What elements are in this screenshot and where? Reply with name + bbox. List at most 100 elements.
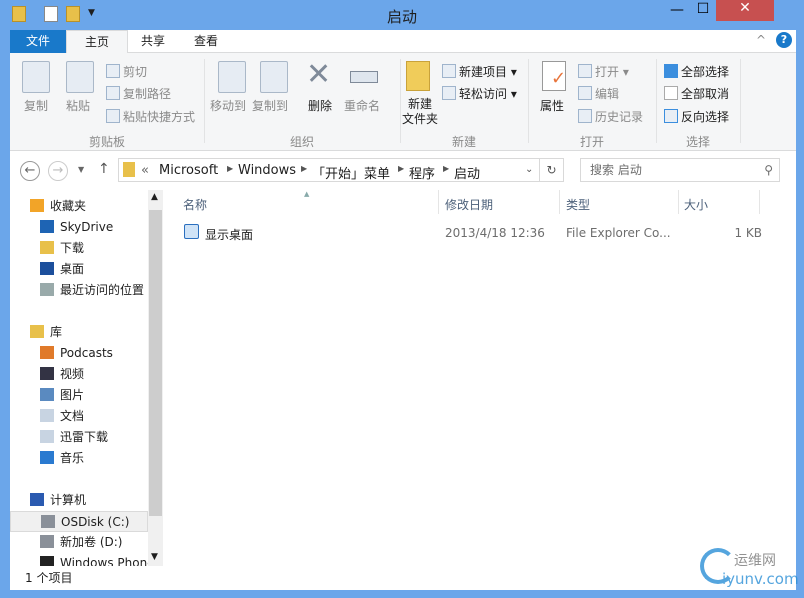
history-button[interactable]: 历史记录 bbox=[578, 108, 643, 125]
tab-view[interactable]: 查看 bbox=[178, 30, 234, 53]
nav-item-label: Podcasts bbox=[60, 346, 113, 360]
divider[interactable] bbox=[559, 190, 560, 214]
recent-places-icon bbox=[40, 283, 54, 296]
column-header-size[interactable]: 大小 bbox=[684, 196, 708, 213]
breadcrumb-item[interactable]: 程序 bbox=[409, 163, 435, 182]
recent-dropdown-icon[interactable]: ▼ bbox=[78, 165, 84, 174]
nav-item[interactable]: 库 bbox=[10, 322, 148, 343]
podcast-icon bbox=[40, 346, 54, 359]
breadcrumb-item[interactable]: 「开始」菜单 bbox=[312, 163, 390, 182]
column-header-name[interactable]: 名称 bbox=[183, 196, 207, 213]
chevron-right-icon[interactable]: ▶ bbox=[227, 164, 233, 173]
properties-button[interactable]: 属性 bbox=[540, 97, 564, 114]
copy-to-icon bbox=[260, 61, 288, 93]
minimize-button[interactable]: — bbox=[664, 2, 690, 23]
breadcrumb-item[interactable]: Microsoft bbox=[159, 163, 218, 178]
breadcrumb-item[interactable]: 启动 bbox=[454, 163, 480, 182]
delete-button[interactable]: 删除 bbox=[308, 97, 332, 114]
open-button[interactable]: 打开 ▾ bbox=[578, 63, 629, 80]
phone-icon bbox=[40, 556, 54, 566]
rename-button[interactable]: 重命名 bbox=[344, 97, 380, 114]
nav-item[interactable]: 最近访问的位置 bbox=[10, 280, 148, 301]
easy-access-button[interactable]: 轻松访问 ▾ bbox=[442, 85, 517, 102]
star-icon bbox=[30, 199, 44, 212]
column-header-date[interactable]: 修改日期 bbox=[445, 196, 493, 213]
nav-item-label: SkyDrive bbox=[60, 220, 114, 234]
group-new: 新建 bbox=[451, 135, 476, 149]
collapse-ribbon-icon[interactable]: ^ bbox=[756, 33, 766, 47]
move-to-button[interactable]: 移动到 bbox=[210, 97, 246, 114]
select-none-icon bbox=[664, 86, 678, 100]
nav-item[interactable]: 收藏夹 bbox=[10, 196, 148, 217]
search-input[interactable]: 搜索 启动 ⚲ bbox=[580, 158, 780, 182]
chevron-right-icon[interactable]: ▶ bbox=[443, 164, 449, 173]
new-item-button[interactable]: 新建项目 ▾ bbox=[442, 63, 517, 80]
nav-item[interactable]: SkyDrive bbox=[10, 217, 148, 238]
nav-item-label: 计算机 bbox=[50, 493, 87, 507]
close-button[interactable]: ✕ bbox=[716, 0, 774, 21]
breadcrumb-item[interactable]: Windows bbox=[238, 163, 296, 178]
column-header-type[interactable]: 类型 bbox=[566, 196, 590, 213]
nav-item[interactable]: 迅雷下载 bbox=[10, 427, 148, 448]
copy-to-button[interactable]: 复制到 bbox=[252, 97, 288, 114]
new-folder-button[interactable]: 新建 文件夹 bbox=[402, 97, 438, 127]
ribbon-tabs: 文件 主页 共享 查看 ^ ? bbox=[10, 30, 796, 54]
library-icon bbox=[30, 325, 44, 338]
select-all-button[interactable]: 全部选择 bbox=[664, 63, 729, 80]
scrollbar-thumb[interactable] bbox=[149, 210, 162, 516]
cut-button[interactable]: 剪切 bbox=[106, 63, 147, 80]
nav-item[interactable]: Windows Phone bbox=[10, 553, 148, 566]
nav-item[interactable]: 桌面 bbox=[10, 259, 148, 280]
chevron-right-icon[interactable]: ▶ bbox=[398, 164, 404, 173]
nav-item-label: 下载 bbox=[60, 241, 85, 255]
copy-button[interactable]: 复制 bbox=[24, 97, 48, 114]
nav-item[interactable]: 视频 bbox=[10, 364, 148, 385]
nav-item[interactable]: 音乐 bbox=[10, 448, 148, 469]
nav-item[interactable]: 下载 bbox=[10, 238, 148, 259]
nav-item-label: 音乐 bbox=[60, 451, 85, 465]
paste-shortcut-button[interactable]: 粘贴快捷方式 bbox=[106, 108, 195, 125]
divider[interactable] bbox=[438, 190, 439, 214]
maximize-button[interactable]: ☐ bbox=[690, 1, 716, 22]
nav-item-label: 新加卷 (D:) bbox=[60, 535, 123, 549]
file-type: File Explorer Co... bbox=[566, 226, 671, 240]
nav-item[interactable]: 文档 bbox=[10, 406, 148, 427]
nav-item[interactable]: 计算机 bbox=[10, 490, 148, 511]
divider[interactable] bbox=[678, 190, 679, 214]
chevron-down-icon[interactable]: ⌄ bbox=[525, 164, 533, 175]
chevron-right-icon[interactable]: ▶ bbox=[301, 164, 307, 173]
nav-item[interactable]: Podcasts bbox=[10, 343, 148, 364]
address-bar[interactable]: « Microsoft ▶ Windows ▶ 「开始」菜单 ▶ 程序 ▶ 启动… bbox=[118, 158, 540, 182]
watermark-text: 运维网 bbox=[734, 553, 776, 569]
copy-path-button[interactable]: 复制路径 bbox=[106, 85, 171, 102]
paste-button[interactable]: 粘贴 bbox=[66, 97, 90, 114]
nav-item-label: 最近访问的位置 bbox=[60, 283, 145, 297]
group-select: 选择 bbox=[685, 135, 710, 149]
refresh-button[interactable]: ↻ bbox=[540, 158, 564, 182]
tab-share[interactable]: 共享 bbox=[128, 30, 178, 53]
help-icon[interactable]: ? bbox=[776, 32, 792, 48]
documents-icon bbox=[40, 430, 54, 443]
edit-button[interactable]: 编辑 bbox=[578, 85, 619, 102]
navigation-pane: 收藏夹 SkyDrive 下载桌面最近访问的位置库 Podcasts 视频 图片 文档 迅雷下… bbox=[10, 190, 148, 566]
shortcut-icon bbox=[184, 224, 199, 239]
download-folder-icon bbox=[40, 241, 54, 254]
tab-file[interactable]: 文件 bbox=[10, 30, 66, 53]
nav-item[interactable]: 新加卷 (D:) bbox=[10, 532, 148, 553]
file-row[interactable]: 显示桌面 2013/4/18 12:36 File Explorer Co...… bbox=[176, 220, 762, 244]
breadcrumb-overflow[interactable]: « bbox=[141, 163, 149, 178]
select-none-button[interactable]: 全部取消 bbox=[664, 85, 729, 102]
nav-item[interactable]: OSDisk (C:) bbox=[10, 511, 148, 532]
scroll-down-icon[interactable]: ▼ bbox=[151, 552, 158, 562]
tab-home[interactable]: 主页 bbox=[66, 30, 128, 54]
new-item-icon bbox=[442, 64, 456, 78]
divider[interactable] bbox=[759, 190, 760, 214]
back-button[interactable]: ← bbox=[20, 161, 40, 181]
nav-scrollbar[interactable]: ▲ ▼ bbox=[148, 190, 163, 566]
invert-selection-button[interactable]: 反向选择 bbox=[664, 108, 729, 125]
up-button[interactable]: ↑ bbox=[98, 161, 110, 177]
nav-item[interactable]: 图片 bbox=[10, 385, 148, 406]
forward-button[interactable]: → bbox=[48, 161, 68, 181]
scroll-up-icon[interactable]: ▲ bbox=[151, 192, 158, 202]
move-to-icon bbox=[218, 61, 246, 93]
